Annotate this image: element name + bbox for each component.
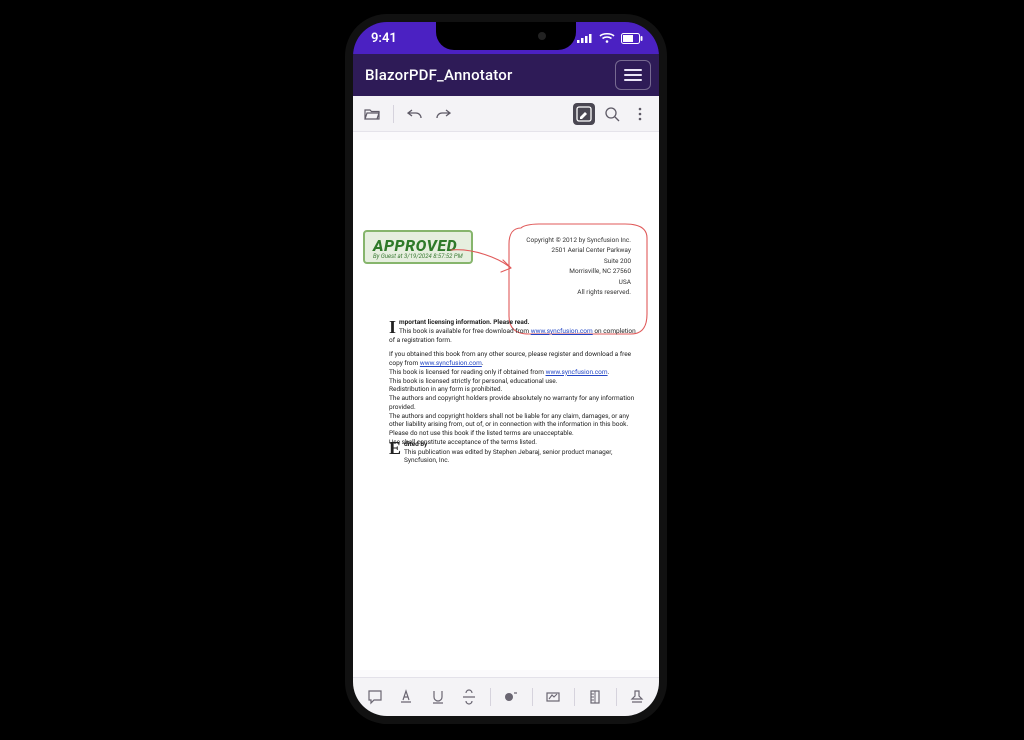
doc-line: This book is licensed for reading only i… <box>389 368 546 376</box>
address-line: Suite 200 <box>526 256 631 266</box>
doc-link[interactable]: www.syncfusion.com <box>420 359 482 367</box>
document-body-text: I mportant licensing information. Please… <box>389 318 641 453</box>
redo-button[interactable] <box>432 103 454 125</box>
search-button[interactable] <box>601 103 623 125</box>
undo-button[interactable] <box>404 103 426 125</box>
stamp-tool-button[interactable] <box>626 686 648 708</box>
more-options-button[interactable] <box>629 103 651 125</box>
cellular-signal-icon <box>577 33 593 43</box>
wifi-icon <box>599 32 615 44</box>
open-file-button[interactable] <box>361 103 383 125</box>
doc-link[interactable]: www.syncfusion.com <box>546 368 608 376</box>
approved-stamp-annotation[interactable]: APPROVED By Guest at 3/19/2024 8:57:52 P… <box>363 230 473 264</box>
address-line: 2501 Aerial Center Parkway <box>526 245 631 255</box>
doc-link[interactable]: www.syncfusion.com <box>531 327 593 335</box>
address-line: All rights reserved. <box>526 287 631 297</box>
toolbar-separator <box>532 688 533 706</box>
doc-line: This book is licensed strictly for perso… <box>389 377 557 385</box>
toolbar-separator <box>490 688 491 706</box>
edited-heading: dited by <box>404 440 427 448</box>
copyright-address-block: Copyright © 2012 by Syncfusion Inc. 2501… <box>526 235 631 297</box>
comment-tool-button[interactable] <box>364 686 386 708</box>
device-notch <box>436 22 576 50</box>
highlight-tool-button[interactable] <box>395 686 417 708</box>
doc-line: . <box>482 359 484 367</box>
address-line: Copyright © 2012 by Syncfusion Inc. <box>526 235 631 245</box>
hamburger-menu-button[interactable] <box>615 60 651 90</box>
phone-frame: 9:41 BlazorPDF_Annotator <box>345 14 667 724</box>
doc-heading: mportant licensing information. Please r… <box>399 318 529 326</box>
annotation-toolbar <box>353 677 659 716</box>
toolbar-separator <box>574 688 575 706</box>
ink-tool-button[interactable] <box>500 686 522 708</box>
shape-tool-button[interactable] <box>542 686 564 708</box>
doc-line: Redistribution in any form is prohibited… <box>389 385 502 393</box>
doc-line: The authors and copyright holders provid… <box>389 394 634 411</box>
doc-line: This book is available for free download… <box>399 327 531 335</box>
pdf-toolbar-top <box>353 96 659 132</box>
strikethrough-tool-button[interactable] <box>458 686 480 708</box>
pdf-page-viewport[interactable]: 3 3 APPROVED By Guest at 3/19/2024 8:57:… <box>353 132 659 677</box>
underline-tool-button[interactable] <box>427 686 449 708</box>
toolbar-separator <box>616 688 617 706</box>
status-time: 9:41 <box>371 31 397 46</box>
toolbar-separator <box>393 105 394 123</box>
stamp-subtext: By Guest at 3/19/2024 8:57:52 PM <box>373 253 463 260</box>
address-line: Morrisville, NC 27560 <box>526 266 631 276</box>
doc-line: . <box>608 368 610 376</box>
pdf-page: APPROVED By Guest at 3/19/2024 8:57:52 P… <box>353 140 659 670</box>
address-line: USA <box>526 277 631 287</box>
calibrate-tool-button[interactable] <box>584 686 606 708</box>
doc-line: The authors and copyright holders shall … <box>389 412 629 429</box>
edited-body: This publication was edited by Stephen J… <box>404 448 612 464</box>
doc-line: Please do not use this book if the liste… <box>389 429 574 437</box>
battery-icon <box>621 33 643 44</box>
app-header: BlazorPDF_Annotator <box>353 54 659 96</box>
edited-by-section: E dited by This publication was edited b… <box>389 440 641 464</box>
edit-annotation-button[interactable] <box>573 103 595 125</box>
app-title: BlazorPDF_Annotator <box>365 66 513 84</box>
